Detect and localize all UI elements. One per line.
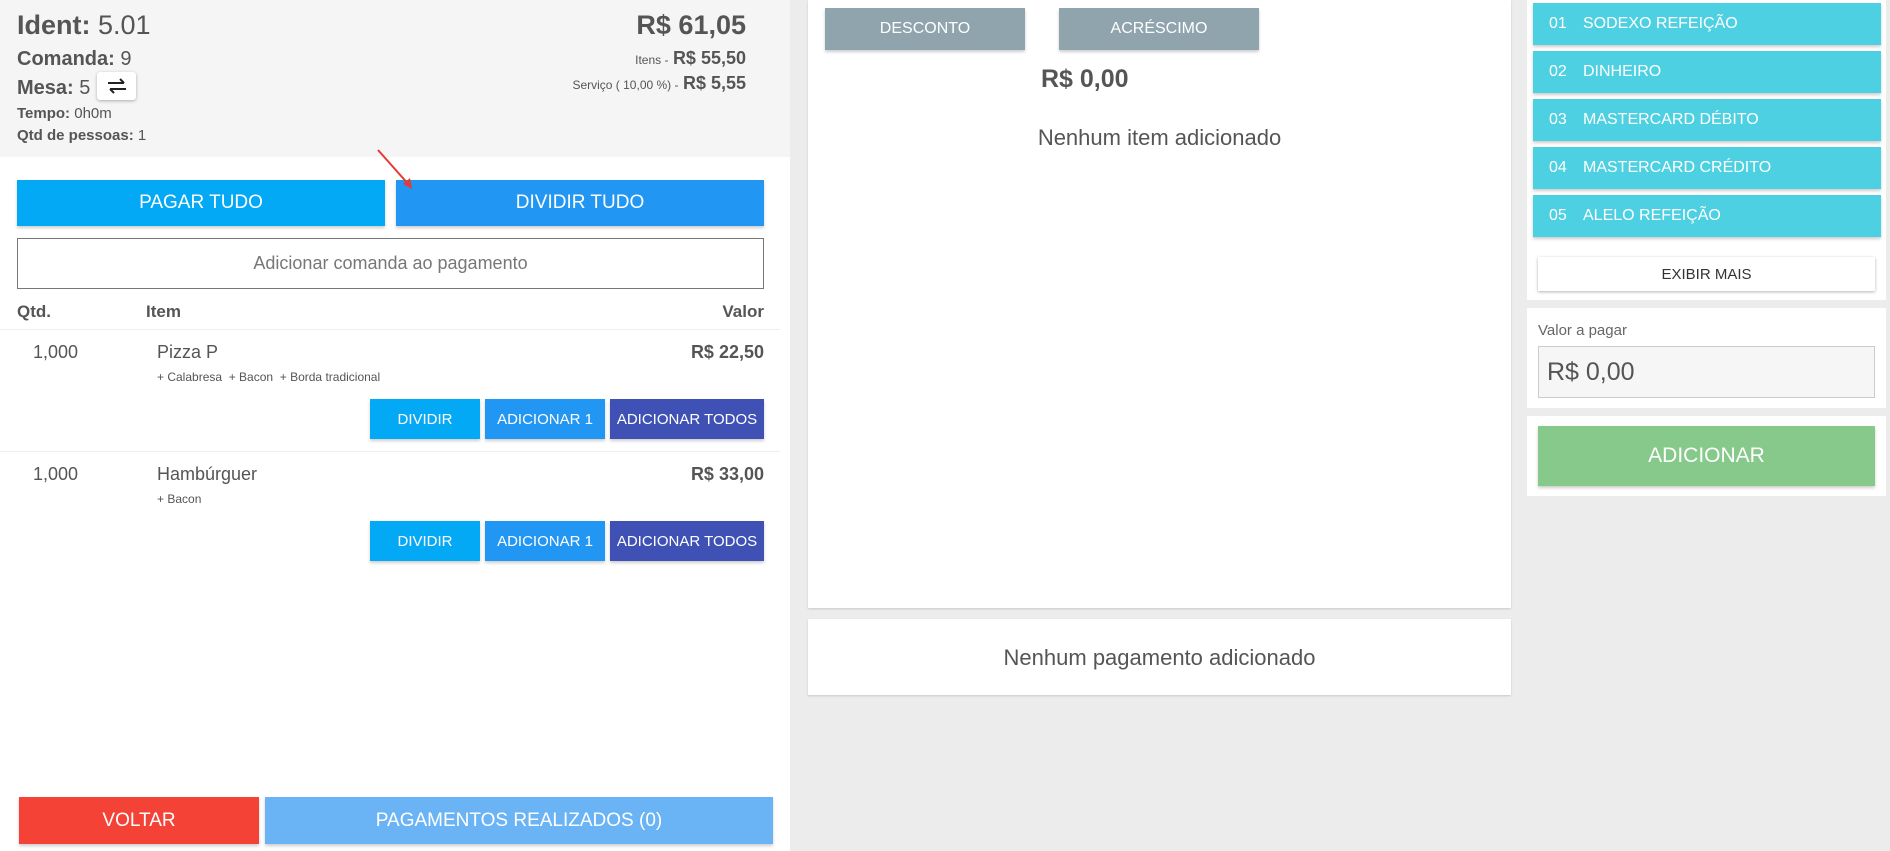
item-qtd: 1,000 <box>33 342 79 362</box>
pessoas-label: Qtd de pessoas: <box>17 127 134 144</box>
payments-done-button[interactable]: PAGAMENTOS REALIZADOS (0) <box>265 797 773 844</box>
payment-method-dinheiro[interactable]: 02 DINHEIRO <box>1533 51 1881 93</box>
split-all-button[interactable]: DIVIDIR TUDO <box>396 180 764 226</box>
split-item-button[interactable]: DIVIDIR <box>370 399 480 439</box>
back-button[interactable]: VOLTAR <box>19 797 259 844</box>
payment-method-alelo[interactable]: 05 ALELO REFEIÇÃO <box>1533 195 1881 237</box>
add-all-button[interactable]: ADICIONAR TODOS <box>610 399 764 439</box>
payment-items-panel: DESCONTO ACRÉSCIMO R$ 0,00 Nenhum item a… <box>808 0 1511 608</box>
itens-value: R$ 55,50 <box>672 48 746 68</box>
comanda-label: Comanda: <box>17 48 115 70</box>
tempo-line: Tempo: 0h0m <box>17 105 112 122</box>
table-row: 1,000 Pizza P R$ 22,50 + Calabresa + Bac… <box>0 330 780 450</box>
swap-table-button[interactable] <box>97 72 136 100</box>
payment-method-code: 01 <box>1549 15 1567 32</box>
payment-method-name: DINHEIRO <box>1583 63 1662 80</box>
itens-line: Itens - R$ 55,50 <box>635 48 746 69</box>
item-name: Hambúrguer <box>157 464 258 484</box>
tempo-label: Tempo: <box>17 105 71 122</box>
add-comanda-button[interactable]: Adicionar comanda ao pagamento <box>17 238 764 289</box>
servico-value: R$ 5,55 <box>682 73 746 93</box>
col-qtd-header: Qtd. <box>17 302 51 321</box>
payment-method-code: 02 <box>1549 63 1567 80</box>
tempo-value: 0h0m <box>74 105 112 122</box>
amount-card: Valor a pagar R$ 0,00 <box>1527 308 1886 408</box>
payment-method-name: SODEXO REFEIÇÃO <box>1583 15 1738 32</box>
empty-items-message: Nenhum item adicionado <box>1037 125 1282 150</box>
payment-method-name: MASTERCARD DÉBITO <box>1583 111 1759 128</box>
payment-method-code: 05 <box>1549 207 1567 224</box>
order-header: Ident: 5.01 Comanda: 9 Mesa: 5 Tempo: 0h… <box>0 0 790 157</box>
servico-line: Serviço ( 10,00 %) - R$ 5,55 <box>572 73 746 94</box>
ident-line: Ident: 5.01 <box>17 10 151 41</box>
pessoas-line: Qtd de pessoas: 1 <box>17 127 146 144</box>
add-all-button[interactable]: ADICIONAR TODOS <box>610 521 764 561</box>
show-more-button[interactable]: EXIBIR MAIS <box>1538 257 1875 291</box>
red-arrow-icon <box>377 149 412 189</box>
item-name: Pizza P <box>157 342 219 362</box>
split-item-button[interactable]: DIVIDIR <box>370 521 480 561</box>
pessoas-value: 1 <box>137 127 147 144</box>
amount-label: Valor a pagar <box>1538 322 1627 339</box>
item-qtd: 1,000 <box>33 464 79 484</box>
order-panel: Ident: 5.01 Comanda: 9 Mesa: 5 Tempo: 0h… <box>0 0 790 851</box>
mesa-value: 5 <box>79 77 91 99</box>
payments-list-panel: Nenhum pagamento adicionado <box>808 619 1511 695</box>
payment-method-code: 03 <box>1549 111 1567 128</box>
adjustment-value: R$ 0,00 <box>1041 65 1129 93</box>
add-card: ADICIONAR <box>1527 416 1886 496</box>
payment-method-name: MASTERCARD CRÉDITO <box>1583 159 1772 176</box>
amount-input[interactable]: R$ 0,00 <box>1538 346 1875 398</box>
add-one-button[interactable]: ADICIONAR 1 <box>485 399 605 439</box>
comanda-line: Comanda: 9 <box>17 48 131 71</box>
item-value: R$ 22,50 <box>690 342 764 362</box>
payment-methods-card: 01 SODEXO REFEIÇÃO 02 DINHEIRO 03 MASTER… <box>1527 0 1886 300</box>
add-one-button[interactable]: ADICIONAR 1 <box>485 521 605 561</box>
payment-method-sodexo[interactable]: 01 SODEXO REFEIÇÃO <box>1533 3 1881 45</box>
pay-all-button[interactable]: PAGAR TUDO <box>17 180 385 226</box>
item-value: R$ 33,00 <box>690 464 764 484</box>
mesa-label: Mesa: <box>17 77 74 99</box>
add-payment-button[interactable]: ADICIONAR <box>1538 426 1875 486</box>
col-valor-header: Valor <box>722 302 764 321</box>
servico-label: Serviço ( 10,00 %) - <box>572 78 679 92</box>
payment-method-code: 04 <box>1549 159 1567 176</box>
ident-label: Ident: <box>17 10 91 40</box>
item-modifiers: + Bacon <box>157 492 202 506</box>
ident-value: 5.01 <box>98 10 151 40</box>
swap-horizontal-icon <box>107 78 126 94</box>
payment-method-mastercard-debito[interactable]: 03 MASTERCARD DÉBITO <box>1533 99 1881 141</box>
empty-payments-message: Nenhum pagamento adicionado <box>1003 645 1316 670</box>
mesa-line: Mesa: 5 <box>17 77 90 100</box>
col-item-header: Item <box>146 302 181 321</box>
itens-label: Itens - <box>635 53 669 67</box>
surcharge-button[interactable]: ACRÉSCIMO <box>1059 8 1259 50</box>
item-modifiers: + Calabresa + Bacon + Borda tradicional <box>157 370 381 384</box>
payment-method-mastercard-credito[interactable]: 04 MASTERCARD CRÉDITO <box>1533 147 1881 189</box>
discount-button[interactable]: DESCONTO <box>825 8 1025 50</box>
order-total: R$ 61,05 <box>636 10 746 40</box>
payment-method-name: ALELO REFEIÇÃO <box>1583 207 1721 224</box>
table-row: 1,000 Hambúrguer R$ 33,00 + Bacon DIVIDI… <box>0 452 780 572</box>
comanda-value: 9 <box>120 48 132 70</box>
